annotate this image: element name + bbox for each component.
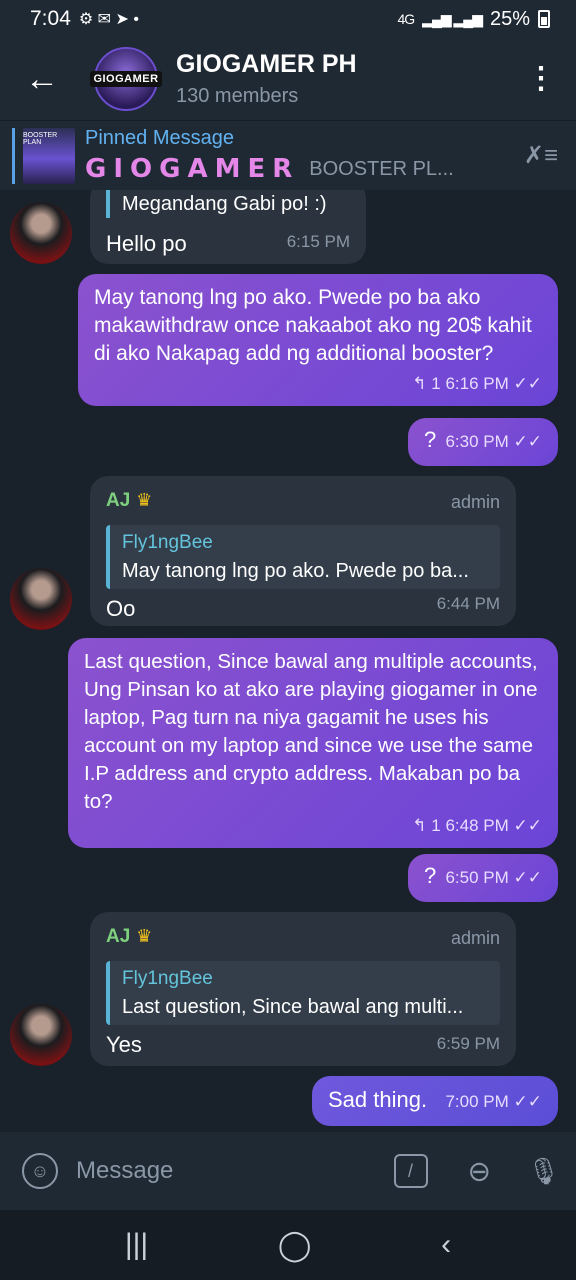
composer-bar: ☺ / ⊘ 🎙	[0, 1132, 576, 1210]
message-text: Last question, Since bawal ang multiple …	[84, 650, 538, 813]
crown-icon: ♛	[136, 926, 153, 946]
status-notification-icons: ⚙ ✉ ➤ •	[78, 11, 139, 28]
admin-badge: admin	[450, 928, 500, 948]
message-input[interactable]	[76, 1157, 394, 1185]
message-time: 6:59 PM	[436, 1034, 500, 1053]
command-icon[interactable]: /	[393, 1154, 428, 1188]
emoji-icon[interactable]: ☺	[22, 1153, 58, 1189]
reply-quote[interactable]: Fly1ngBee May tanong lng po ako. Pwede p…	[106, 525, 500, 589]
message-meta: 6:30 PM ✓✓	[445, 428, 542, 456]
reply-count: 1	[431, 816, 441, 835]
more-vert-icon[interactable]: ⋮	[506, 64, 576, 94]
user-avatar[interactable]	[10, 202, 72, 264]
signal-icon: ▂▄▆ ▂▄▆	[422, 10, 483, 27]
pinned-title: Pinned Message	[85, 127, 234, 149]
mic-icon[interactable]: 🎙	[527, 1156, 560, 1187]
sender-name[interactable]: AJ	[106, 490, 130, 511]
pinned-thumbnail: BOOSTER PLAN	[23, 127, 75, 184]
message-text: Sad thing.	[328, 1087, 428, 1112]
message-time: 6:16 PM	[445, 374, 509, 393]
message-bubble-outgoing[interactable]: Last question, Since bawal ang multiple …	[68, 638, 558, 848]
message-time: 6:44 PM	[436, 594, 500, 613]
message-meta: 6:50 PM ✓✓	[445, 864, 542, 892]
user-avatar[interactable]	[10, 568, 72, 630]
member-count: 130 members	[176, 85, 299, 107]
message-time: 6:48 PM	[445, 816, 509, 835]
home-icon[interactable]: ◯	[278, 1228, 312, 1263]
quote-author: Fly1ngBee	[122, 532, 213, 553]
message-time: 6:50 PM	[445, 868, 509, 887]
battery-label: 25%	[489, 7, 530, 30]
pinned-message-bar[interactable]: BOOSTER PLAN Pinned Message GIOGAMER BOO…	[0, 120, 576, 190]
message-text: ?	[424, 427, 437, 452]
message-bubble-incoming[interactable]: AJ ♛ admin Fly1ngBee Last question, Sinc…	[90, 912, 516, 1066]
status-bar: 7:04 ⚙ ✉ ➤ • 4G ▂▄▆ ▂▄▆ 25%	[0, 0, 576, 38]
message-text: May tanong lng po ako. Pwede po ba ako m…	[94, 286, 532, 365]
network-label: 4G	[397, 11, 415, 27]
quote-text: May tanong lng po ako. Pwede po ba...	[122, 560, 469, 582]
unpin-icon[interactable]: ✗≡	[524, 141, 558, 170]
quote-author: Fly1ngBee	[122, 968, 213, 989]
back-arrow-icon[interactable]: ←	[0, 38, 84, 120]
double-check-icon: ✓✓	[513, 816, 543, 835]
quote-text: Last question, Since bawal ang multi...	[122, 996, 464, 1018]
message-meta: 7:00 PM ✓✓	[445, 1088, 542, 1116]
message-time: 7:00 PM	[445, 1092, 509, 1111]
double-check-icon: ✓✓	[513, 374, 543, 393]
reply-icon: ↰	[412, 816, 427, 835]
message-list[interactable]: Megandang Gabi po! :) Hello po 6:15 PM M…	[0, 190, 576, 1132]
battery-icon	[538, 10, 550, 28]
pinned-thumbnail-text: BOOSTER PLAN	[23, 131, 58, 146]
attach-icon[interactable]: ⊘	[459, 1151, 499, 1191]
message-bubble-incoming[interactable]: Megandang Gabi po! :) Hello po 6:15 PM	[90, 190, 366, 264]
recent-apps-icon[interactable]: |||	[125, 1228, 148, 1262]
pinned-snippet: BOOSTER PL...	[309, 157, 454, 180]
status-time: 7:04	[30, 7, 71, 30]
admin-badge: admin	[450, 492, 500, 512]
message-bubble-outgoing[interactable]: ? 6:50 PM ✓✓	[408, 854, 558, 902]
system-nav-bar: ||| ◯ ‹	[0, 1210, 576, 1280]
sender-name[interactable]: AJ	[106, 926, 130, 947]
message-time: 6:15 PM	[286, 232, 350, 251]
crown-icon: ♛	[136, 490, 153, 510]
message-bubble-outgoing[interactable]: ? 6:30 PM ✓✓	[408, 418, 558, 466]
user-avatar[interactable]	[10, 1004, 72, 1066]
message-text: Megandang Gabi po! :)	[106, 190, 350, 218]
message-text: ?	[424, 863, 437, 888]
message-meta: ↰ 1 6:16 PM ✓✓	[412, 370, 542, 398]
reply-icon: ↰	[412, 374, 427, 393]
group-title: GIOGAMER PH	[176, 50, 357, 78]
system-back-icon[interactable]: ‹	[441, 1228, 451, 1262]
reply-quote[interactable]: Fly1ngBee Last question, Since bawal ang…	[106, 961, 500, 1025]
double-check-icon: ✓✓	[513, 1092, 543, 1111]
group-avatar-text: GIOGAMER	[90, 71, 162, 87]
message-time: 6:30 PM	[445, 432, 509, 451]
double-check-icon: ✓✓	[513, 432, 543, 451]
group-avatar[interactable]: GIOGAMER	[90, 47, 162, 111]
pinned-logo-text: GIOGAMER	[85, 154, 300, 184]
reply-count: 1	[431, 374, 441, 393]
message-meta: ↰ 1 6:48 PM ✓✓	[412, 812, 542, 840]
chat-header: ← GIOGAMER GIOGAMER PH 130 members ⋮	[0, 38, 576, 120]
group-title-block[interactable]: GIOGAMER PH 130 members	[176, 50, 357, 108]
message-bubble-outgoing[interactable]: May tanong lng po ako. Pwede po ba ako m…	[78, 274, 558, 406]
pinned-indicator	[12, 127, 15, 184]
double-check-icon: ✓✓	[513, 868, 543, 887]
message-bubble-outgoing[interactable]: Sad thing. 7:00 PM ✓✓	[312, 1076, 558, 1126]
message-bubble-incoming[interactable]: AJ ♛ admin Fly1ngBee May tanong lng po a…	[90, 476, 516, 626]
